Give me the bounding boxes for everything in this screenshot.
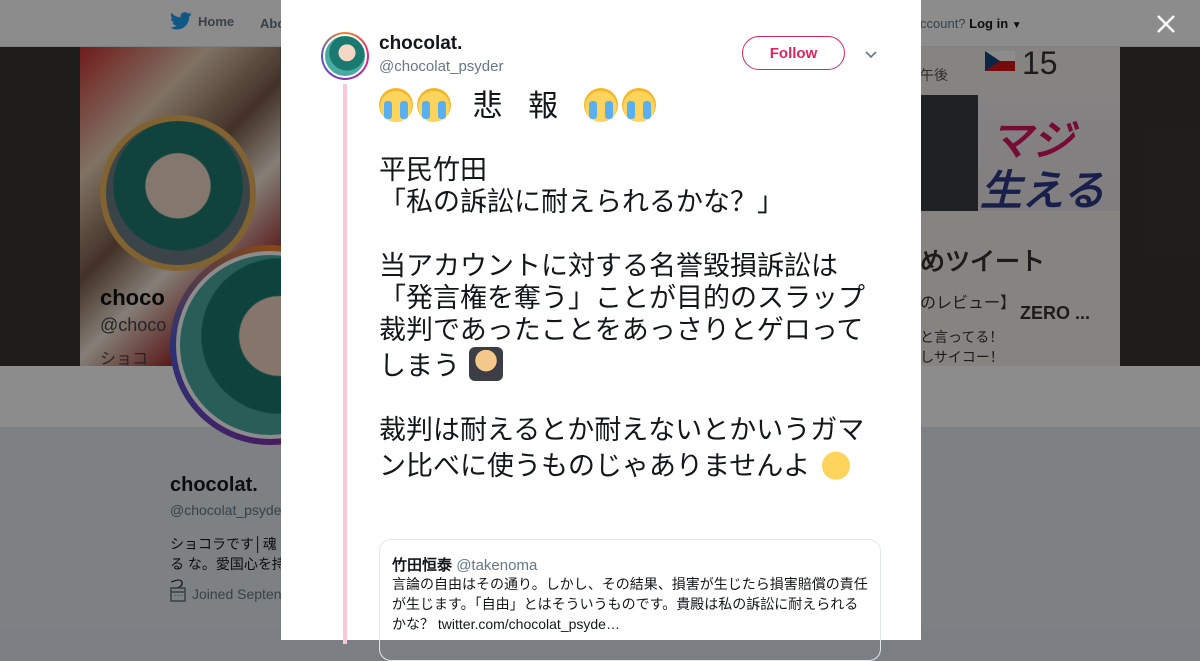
loudly-crying-face-emoji xyxy=(417,88,451,122)
quoted-author-handle: @takenoma xyxy=(456,557,538,574)
tweet-line-4: 裁判は耐えるとか耐えないとかいうガマン比べに使うものじゃありませんよ xyxy=(379,415,865,482)
author-handle[interactable]: @chocolat_psyder xyxy=(379,58,503,75)
tweet-text: 悲 報 平民竹田 「私の訴訟に耐えられるかな？」 当アカウントに対する名誉毀損訴… xyxy=(379,88,884,483)
tweet-line-2: 「私の訴訟に耐えられるかな？」 xyxy=(379,187,784,218)
quoted-tweet[interactable]: 竹田恒泰 @takenoma 言論の自由はその通り。しかし、その結果、損害が生じ… xyxy=(379,539,881,661)
loudly-crying-face-emoji xyxy=(379,88,413,122)
quoted-tweet-author: 竹田恒泰 @takenoma xyxy=(392,554,537,575)
detective-emoji xyxy=(468,347,503,381)
author-name[interactable]: chocolat. xyxy=(379,33,462,55)
author-avatar-image xyxy=(323,34,367,78)
loudly-crying-face-emoji xyxy=(583,88,618,122)
quoted-tweet-text: 言論の自由はその通り。しかし、その結果、損害が生じたら損害賠償の責任が生じます。… xyxy=(392,576,868,632)
close-icon[interactable] xyxy=(1152,10,1180,38)
tweet-modal: chocolat. @chocolat_psyder Follow 悲 報 平民… xyxy=(281,0,921,661)
tweet-line-1: 平民竹田 xyxy=(379,155,487,186)
tweet-heading: 悲 報 xyxy=(379,88,884,123)
loudly-crying-face-emoji xyxy=(621,88,656,122)
follow-button[interactable]: Follow xyxy=(742,36,845,70)
thread-line xyxy=(343,84,347,644)
quoted-author-name: 竹田恒泰 xyxy=(392,557,453,574)
tweet-line-3: 当アカウントに対する名誉毀損訴訟は「発言権を奪う」ことが目的のスラップ裁判であっ… xyxy=(379,251,865,382)
author-avatar[interactable] xyxy=(321,32,369,80)
chevron-down-icon[interactable] xyxy=(863,46,879,62)
tweet-line-3-wrap: 当アカウントに対する名誉毀損訴訟は「発言権を奪う」ことが目的のスラップ裁判であっ… xyxy=(379,251,884,383)
tweet-heading-text: 悲 報 xyxy=(472,89,567,124)
tweet-line-4-wrap: 裁判は耐えるとか耐えないとかいうガマン比べに使うものじゃありませんよ xyxy=(379,415,884,483)
raised-hand-emoji xyxy=(818,447,853,481)
